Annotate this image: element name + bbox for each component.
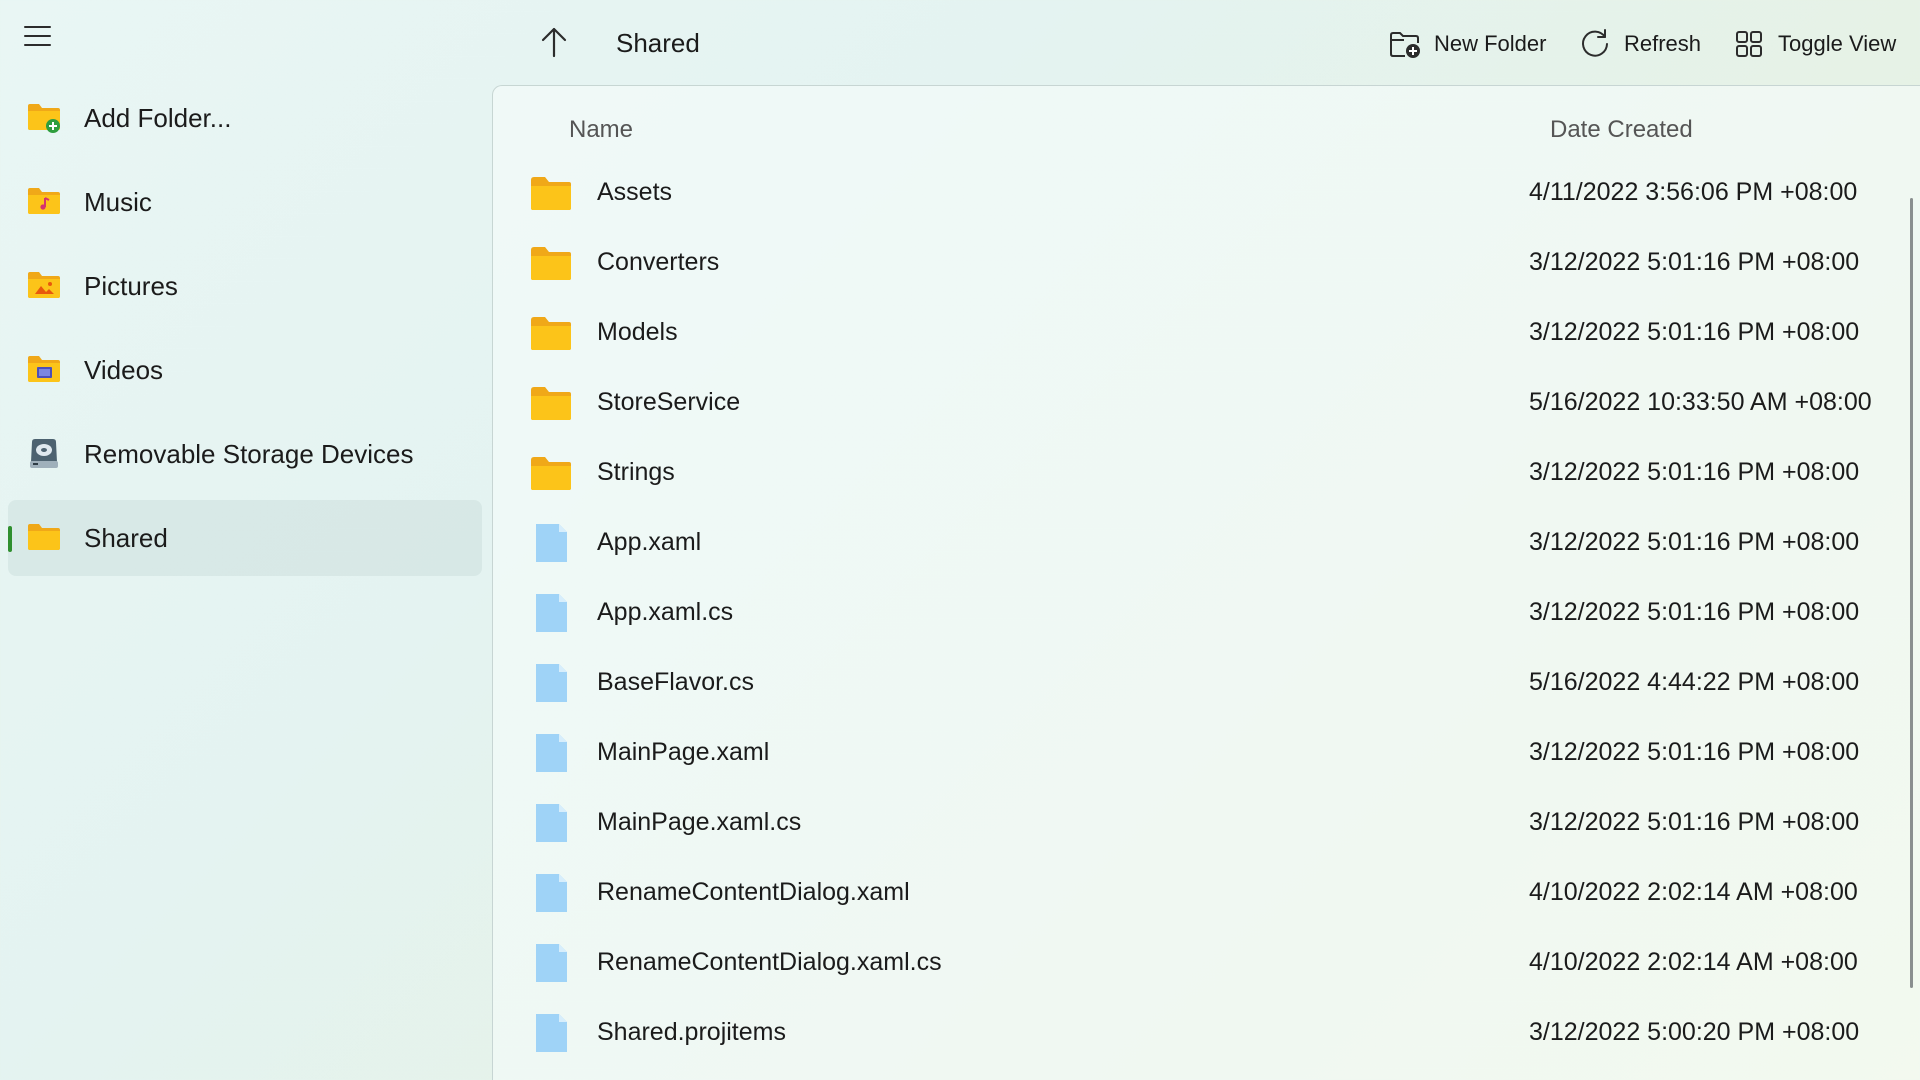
new-folder-button[interactable]: New Folder (1388, 24, 1546, 64)
folder-icon (28, 524, 60, 550)
item-date-created: 5/16/2022 4:44:22 PM +08:00 (1529, 668, 1860, 696)
file-icon (536, 524, 567, 562)
file-icon (536, 874, 567, 912)
item-date-created: 5/16/2022 10:33:50 AM +08:00 (1529, 388, 1872, 416)
selection-indicator (8, 526, 12, 552)
file-row[interactable]: MainPage.xaml.cs 3/12/2022 5:01:16 PM +08… (493, 788, 1920, 858)
item-name: Models (597, 318, 678, 346)
removable-drive-icon (30, 439, 58, 468)
toggle-view-button[interactable]: Toggle View (1732, 24, 1896, 64)
folder-row[interactable]: Converters 3/12/2022 5:01:16 PM +08:00 (493, 228, 1920, 298)
item-name: BaseFlavor.cs (597, 668, 755, 696)
file-icon (536, 1014, 567, 1052)
file-row[interactable]: RenameContentDialog.xaml.cs 4/10/2022 2:0… (493, 928, 1920, 998)
refresh-icon (1582, 29, 1608, 57)
item-name: MainPage.xaml.cs (597, 808, 802, 836)
file-row[interactable]: MainPage.xaml 3/12/2022 5:01:16 PM +08:00 (493, 718, 1920, 788)
up-arrow-icon[interactable] (534, 22, 574, 62)
item-date-created: 4/10/2022 2:02:14 AM +08:00 (1529, 878, 1858, 906)
item-name: Strings (597, 458, 675, 486)
sidebar-item-shared[interactable]: Shared (8, 500, 482, 576)
item-name: StoreService (597, 388, 741, 416)
item-date-created: 4/10/2022 2:02:14 AM +08:00 (1529, 948, 1858, 976)
sidebar-item-label: Pictures (84, 270, 178, 301)
file-row[interactable]: BaseFlavor.cs 5/16/2022 4:44:22 PM +08:00 (493, 648, 1920, 718)
item-name: RenameContentDialog.xaml.cs (597, 948, 942, 976)
item-name: Converters (597, 248, 720, 276)
pictures-folder-icon (28, 272, 60, 298)
column-header-date-created[interactable]: Date Created (1550, 116, 1693, 144)
sidebar-item-add-folder[interactable]: Add Folder... (8, 80, 482, 156)
folder-icon (531, 457, 571, 490)
sidebar-item-pictures[interactable]: Pictures (8, 248, 482, 324)
refresh-label: Refresh (1624, 31, 1702, 56)
current-location-title: Shared (616, 28, 700, 58)
item-date-created: 4/11/2022 3:56:06 PM +08:00 (1529, 178, 1858, 206)
new-folder-icon (1390, 32, 1420, 58)
item-date-created: 3/12/2022 5:01:16 PM +08:00 (1529, 458, 1860, 486)
item-date-created: 3/12/2022 5:01:16 PM +08:00 (1529, 808, 1860, 836)
folder-icon (531, 177, 571, 210)
sidebar-item-music[interactable]: Music (8, 164, 482, 240)
sidebar-item-removable-storage[interactable]: Removable Storage Devices (8, 416, 482, 492)
item-name: Shared.projitems (597, 1018, 786, 1046)
file-icon (536, 944, 567, 982)
toggle-view-label: Toggle View (1778, 31, 1897, 56)
item-date-created: 3/12/2022 5:01:16 PM +08:00 (1529, 598, 1860, 626)
item-name: App.xaml (597, 528, 702, 556)
sidebar-item-label: Add Folder... (84, 102, 232, 133)
hamburger-menu-icon[interactable] (24, 20, 60, 52)
item-name: App.xaml.cs (597, 598, 734, 626)
sidebar-nav: Add Folder... Music Pictures Videos Remo… (0, 80, 490, 584)
folder-row[interactable]: StoreService 5/16/2022 10:33:50 AM +08:00 (493, 368, 1920, 438)
item-date-created: 3/12/2022 5:00:20 PM +08:00 (1529, 1018, 1860, 1046)
item-date-created: 3/12/2022 5:01:16 PM +08:00 (1529, 248, 1860, 276)
item-date-created: 3/12/2022 5:01:16 PM +08:00 (1529, 318, 1860, 346)
new-folder-label: New Folder (1434, 31, 1547, 56)
sidebar-item-label: Videos (84, 354, 164, 385)
column-header-name[interactable]: Name (569, 116, 633, 144)
folder-row[interactable]: Strings 3/12/2022 5:01:16 PM +08:00 (493, 438, 1920, 508)
music-folder-icon (28, 188, 60, 214)
grid-view-icon (1736, 31, 1762, 57)
sidebar-item-label: Shared (84, 522, 168, 553)
folder-icon (531, 247, 571, 280)
item-name: Assets (597, 178, 673, 206)
file-row[interactable]: App.xaml 3/12/2022 5:01:16 PM +08:00 (493, 508, 1920, 578)
folder-icon (531, 387, 571, 420)
videos-folder-icon (28, 356, 60, 382)
file-list: Assets 4/11/2022 3:56:06 PM +08:00 Conver… (493, 158, 1920, 1068)
file-row[interactable]: Shared.projitems 3/12/2022 5:00:20 PM +08… (493, 998, 1920, 1068)
file-icon (536, 594, 567, 632)
file-row[interactable]: App.xaml.cs 3/12/2022 5:01:16 PM +08:00 (493, 578, 1920, 648)
file-icon (536, 734, 567, 772)
file-list-panel: Name Date Created Assets 4/11/2022 3:56:0… (492, 85, 1920, 1080)
sidebar-item-label: Removable Storage Devices (84, 438, 414, 469)
file-icon (536, 664, 567, 702)
refresh-button[interactable]: Refresh (1578, 24, 1701, 64)
add-folder-icon (28, 104, 60, 133)
sidebar-item-videos[interactable]: Videos (8, 332, 482, 408)
sidebar: Add Folder... Music Pictures Videos Remo… (0, 0, 490, 1080)
item-name: MainPage.xaml (597, 738, 770, 766)
sidebar-item-label: Music (84, 186, 152, 217)
item-date-created: 3/12/2022 5:01:16 PM +08:00 (1529, 528, 1860, 556)
vertical-scrollbar[interactable] (1910, 198, 1913, 988)
folder-row[interactable]: Assets 4/11/2022 3:56:06 PM +08:00 (493, 158, 1920, 228)
file-icon (536, 804, 567, 842)
file-explorer-app: Add Folder... Music Pictures Videos Remo… (0, 0, 1920, 1080)
toolbar: Shared New Folder Refresh Toggle View (490, 0, 1920, 86)
folder-row[interactable]: Models 3/12/2022 5:01:16 PM +08:00 (493, 298, 1920, 368)
item-name: RenameContentDialog.xaml (597, 878, 910, 906)
file-row[interactable]: RenameContentDialog.xaml 4/10/2022 2:02:1… (493, 858, 1920, 928)
folder-icon (531, 317, 571, 350)
item-date-created: 3/12/2022 5:01:16 PM +08:00 (1529, 738, 1860, 766)
